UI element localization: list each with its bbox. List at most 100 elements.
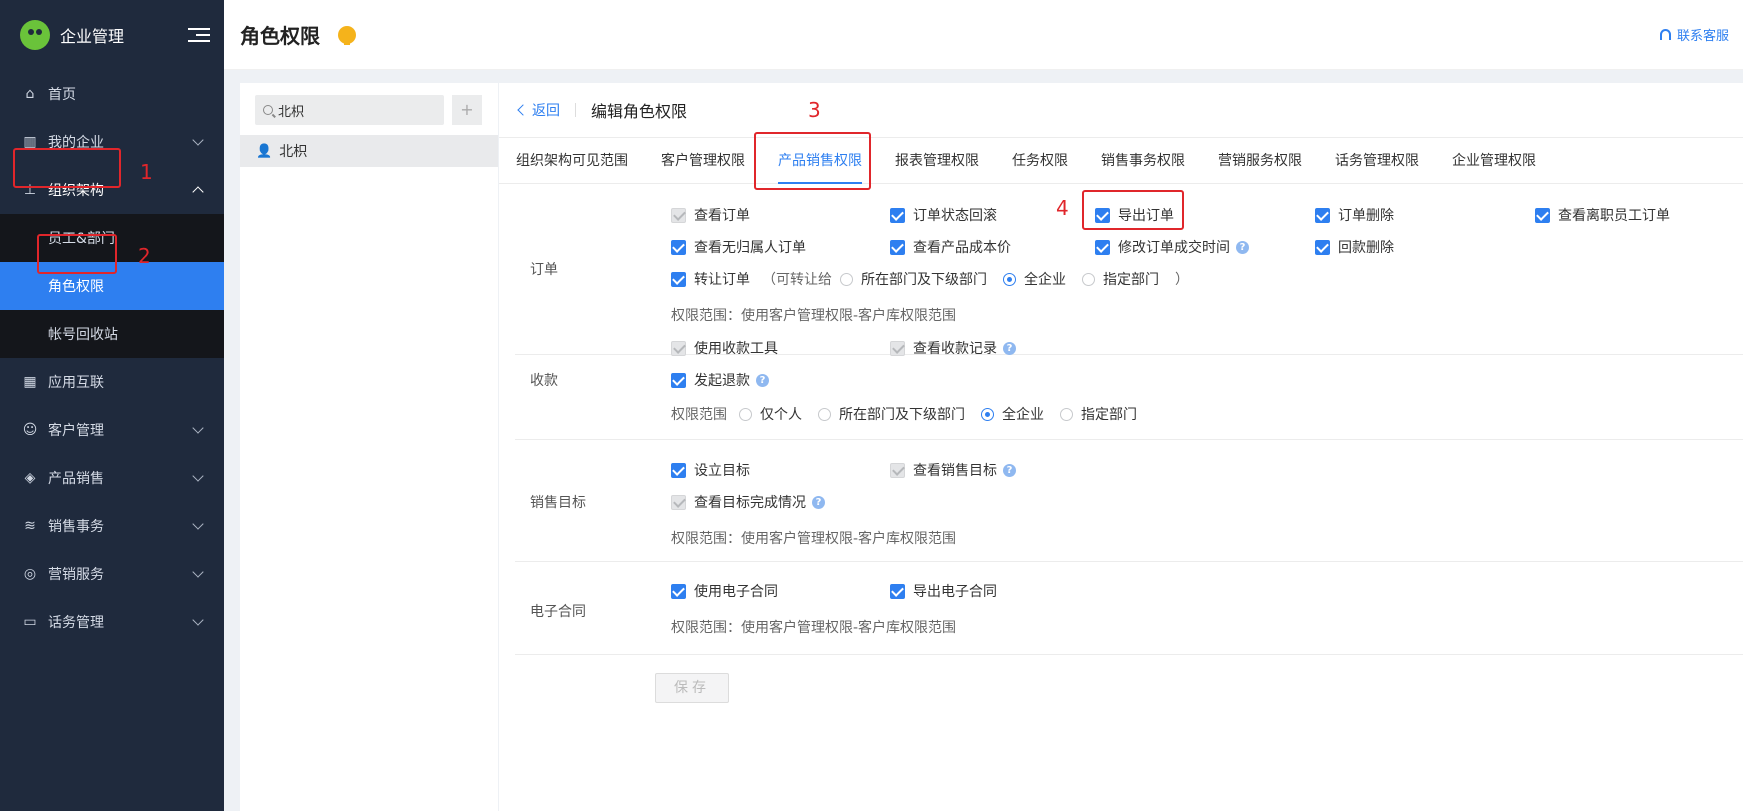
checkbox-order-rollback[interactable]: 订单状态回滚: [890, 205, 997, 225]
back-label: 返回: [532, 103, 560, 119]
help-icon[interactable]: ?: [1003, 341, 1016, 355]
payment-section: 收款 使用收款工具 查看收款记录? 发起退款? 权限范围 仅个人 所在部门及下级…: [515, 318, 1743, 440]
checkbox-disabled-checked: [671, 494, 686, 510]
tab-report-permissions[interactable]: 报表管理权限: [895, 138, 979, 184]
radio-on: [981, 407, 994, 421]
checkbox-view-cost-price[interactable]: 查看产品成本价: [890, 237, 1011, 257]
checkbox-view-unowned-orders[interactable]: 查看无归属人订单: [671, 237, 806, 257]
apps-grid-icon: ▦: [23, 374, 37, 390]
checkbox-label: 设立目标: [694, 463, 750, 479]
checkbox-initiate-refund[interactable]: 发起退款?: [671, 370, 769, 390]
checkbox-checked: [671, 583, 686, 599]
section-label: 收款: [530, 373, 558, 389]
tab-telephony-permissions[interactable]: 话务管理权限: [1335, 138, 1419, 184]
transfer-order-row: 转让订单 （可转让给 所在部门及下级部门 全企业 指定部门 ）: [671, 269, 1189, 289]
checkbox-checked: [890, 239, 905, 255]
sidebar-item-marketing[interactable]: ◎ 营销服务: [0, 550, 224, 598]
tab-enterprise-permissions[interactable]: 企业管理权限: [1452, 138, 1536, 184]
radio-label: 指定部门: [1103, 272, 1159, 288]
checkbox-disabled-checked: [671, 207, 686, 223]
app-logo-icon: [20, 20, 50, 50]
checkbox-set-target[interactable]: 设立目标: [671, 460, 750, 480]
sidebar-item-product-sales[interactable]: ◈ 产品销售: [0, 454, 224, 502]
radio-whole-company[interactable]: 全企业: [981, 404, 1044, 424]
checkbox-label: 导出电子合同: [913, 584, 997, 600]
collapse-menu-icon[interactable]: [188, 24, 210, 46]
sidebar-item-account-recycle[interactable]: 帐号回收站: [0, 310, 224, 358]
radio-specified-dept[interactable]: 指定部门: [1060, 404, 1137, 424]
tab-task-permissions[interactable]: 任务权限: [1012, 138, 1068, 184]
checkbox-checked: [1315, 239, 1330, 255]
sidebar-item-sales-affairs[interactable]: ≋ 销售事务: [0, 502, 224, 550]
chevron-up-icon: [192, 186, 204, 198]
radio-label: 全企业: [1024, 272, 1066, 288]
transfer-prefix: （可转让给: [762, 272, 832, 288]
tab-sales-affairs-permissions[interactable]: 销售事务权限: [1101, 138, 1185, 184]
checkbox-view-target-progress[interactable]: 查看目标完成情况?: [671, 492, 825, 512]
checkbox-label: 查看销售目标: [913, 463, 997, 479]
editor-title: 编辑角色权限: [591, 102, 688, 121]
checkbox-view-resigned-orders[interactable]: 查看离职员工订单: [1535, 205, 1670, 225]
checkbox-edit-deal-time[interactable]: 修改订单成交时间?: [1095, 237, 1249, 257]
radio-dept-and-sub[interactable]: 所在部门及下级部门: [818, 404, 965, 424]
checkbox-disabled-checked: [890, 340, 905, 356]
radio-specified-dept[interactable]: 指定部门: [1082, 269, 1159, 289]
checkbox-delete-payment[interactable]: 回款删除: [1315, 237, 1394, 257]
sidebar-item-apps[interactable]: ▦ 应用互联: [0, 358, 224, 406]
role-search-input[interactable]: 北枳: [255, 95, 444, 125]
search-value: 北枳: [278, 104, 305, 120]
scope-label: 权限范围: [671, 407, 727, 423]
section-label: 订单: [530, 262, 558, 278]
contact-support-link[interactable]: 联系客服: [1659, 25, 1729, 44]
checkbox-checked: [671, 239, 686, 255]
radio-off: [739, 407, 752, 421]
support-label: 联系客服: [1676, 29, 1729, 44]
permission-tabs: 组织架构可见范围 客户管理权限 产品销售权限 报表管理权限 任务权限 销售事务权…: [499, 138, 1743, 184]
tab-customer-permissions[interactable]: 客户管理权限: [661, 138, 745, 184]
radio-label: 所在部门及下级部门: [839, 407, 965, 423]
checkbox-delete-orders[interactable]: 订单删除: [1315, 205, 1394, 225]
checkbox-use-e-contract[interactable]: 使用电子合同: [671, 581, 778, 601]
role-name: 北枳: [279, 144, 308, 160]
checkbox-checked: [1095, 239, 1110, 255]
back-link[interactable]: 返回: [517, 100, 560, 120]
target-icon: ◎: [23, 566, 37, 582]
role-list-item[interactable]: 👤 北枳: [240, 135, 498, 167]
sidebar: 企业管理 ⌂ 首页 ▥ 我的企业 ⊥ 组织架构 员工&部门 角色权限 帐号回收站…: [0, 0, 224, 811]
checkbox-transfer-order[interactable]: 转让订单: [671, 269, 750, 289]
lightbulb-icon[interactable]: [338, 25, 356, 45]
layers-icon: ≋: [24, 518, 36, 534]
save-button[interactable]: 保存: [655, 673, 729, 703]
sales-target-section: 销售目标 设立目标 查看销售目标? 查看目标完成情况? 权限范围：使用客户管理权…: [515, 440, 1743, 562]
checkbox-view-sales-target[interactable]: 查看销售目标?: [890, 460, 1016, 480]
help-icon[interactable]: ?: [812, 495, 825, 509]
radio-personal-only[interactable]: 仅个人: [739, 404, 802, 424]
checkbox-checked: [890, 583, 905, 599]
radio-label: 仅个人: [760, 407, 802, 423]
radio-dept-and-sub[interactable]: 所在部门及下级部门: [840, 269, 987, 289]
sidebar-item-label: 首页: [48, 87, 76, 103]
radio-off: [840, 272, 853, 286]
annotation-box: [754, 132, 871, 190]
checkbox-disabled-checked: [671, 340, 686, 356]
e-contract-section: 电子合同 使用电子合同 导出电子合同 权限范围：使用客户管理权限-客户库权限范围: [515, 562, 1743, 655]
help-icon[interactable]: ?: [1003, 463, 1016, 477]
radio-whole-company[interactable]: 全企业: [1003, 269, 1066, 289]
sidebar-item-telephony[interactable]: ▭ 话务管理: [0, 598, 224, 646]
checkbox-label: 回款删除: [1338, 240, 1394, 256]
checkbox-view-orders[interactable]: 查看订单: [671, 205, 750, 225]
add-role-button[interactable]: +: [452, 95, 482, 125]
checkbox-use-payment-tool[interactable]: 使用收款工具: [671, 338, 778, 358]
sidebar-item-home[interactable]: ⌂ 首页: [0, 70, 224, 118]
tab-org-visibility[interactable]: 组织架构可见范围: [516, 138, 628, 184]
checkbox-view-payment-records[interactable]: 查看收款记录?: [890, 338, 1016, 358]
tab-marketing-permissions[interactable]: 营销服务权限: [1218, 138, 1302, 184]
sidebar-item-customers[interactable]: ☺ 客户管理: [0, 406, 224, 454]
checkbox-disabled-checked: [890, 462, 905, 478]
chevron-down-icon: [192, 518, 204, 530]
checkbox-export-e-contract[interactable]: 导出电子合同: [890, 581, 997, 601]
checkbox-label: 发起退款: [694, 373, 750, 389]
help-icon[interactable]: ?: [756, 373, 769, 387]
checkbox-checked: [1315, 207, 1330, 223]
help-icon[interactable]: ?: [1236, 240, 1249, 254]
